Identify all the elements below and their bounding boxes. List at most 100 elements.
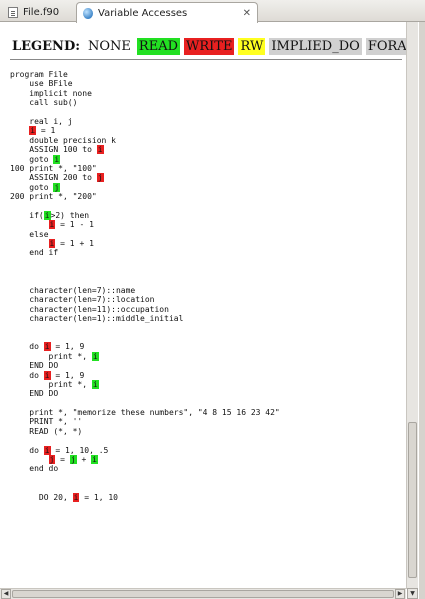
code-text: + — [76, 455, 92, 465]
code-text: print *, — [10, 351, 92, 361]
close-tab-icon[interactable]: ✕ — [243, 8, 251, 19]
vertical-scroll-thumb[interactable] — [408, 422, 417, 578]
variable-read-access: j — [53, 182, 61, 192]
scroll-down-arrow-icon[interactable]: ▼ — [407, 588, 418, 599]
code-text: = — [55, 455, 70, 465]
code-line: end do — [10, 464, 400, 473]
code-text: END DO — [10, 389, 59, 399]
tab-variable-accesses[interactable]: Variable Accesses ✕ — [76, 2, 258, 23]
scroll-left-arrow-icon[interactable]: ◀ — [1, 589, 11, 599]
legend-item-implied-do: IMPLIED_DO — [269, 37, 362, 55]
code-line: use BFile — [10, 79, 400, 88]
code-text: 200 print *, "200" — [10, 192, 97, 202]
variable-write-access: i — [43, 342, 51, 352]
code-text: call sub() — [10, 98, 78, 108]
code-text: = 1 + 1 — [55, 239, 94, 249]
code-text: >2) then — [50, 210, 90, 220]
code-text: else — [10, 229, 49, 239]
code-text: use BFile — [10, 79, 73, 89]
legend-divider — [10, 59, 402, 60]
code-text: goto — [10, 154, 54, 164]
code-line: goto j — [10, 182, 400, 192]
legend-item-write: WRITE — [184, 37, 235, 55]
code-text: implicit none — [10, 88, 92, 98]
code-line: ASSIGN 200 to j — [10, 173, 400, 183]
code-line: call sub() — [10, 98, 400, 107]
globe-icon — [83, 7, 93, 19]
code-text: = 1 — [36, 126, 56, 136]
code-line: character(len=11)::occupation — [10, 305, 400, 314]
code-text: = 1, 10 — [79, 492, 118, 502]
code-line: print *, i — [10, 379, 400, 389]
variable-write-access: j — [96, 173, 104, 183]
window-frame-edge — [419, 22, 425, 599]
code-text: do — [10, 342, 44, 352]
code-line: j = j + i — [10, 455, 400, 465]
source-code-view[interactable]: program File use BFile implicit none cal… — [10, 70, 400, 590]
scroll-right-arrow-icon[interactable]: ▶ — [395, 589, 405, 599]
variable-read-access: i — [53, 154, 61, 164]
legend-item-rw: RW — [238, 37, 266, 55]
code-line: do i = 1, 9 — [10, 370, 400, 380]
code-text: print *, — [10, 379, 92, 389]
code-text: ASSIGN 100 to — [10, 145, 97, 155]
code-text: END DO — [10, 361, 59, 371]
code-line: i = 1 + 1 — [10, 239, 400, 249]
code-text: do — [10, 445, 44, 455]
code-line: if(i>2) then — [10, 210, 400, 220]
code-text: 100 print *, "100" — [10, 163, 97, 173]
code-text: ASSIGN 200 to — [10, 173, 97, 183]
legend-item-none: NONE — [88, 38, 131, 54]
code-line: ASSIGN 100 to i — [10, 145, 400, 155]
horizontal-scroll-thumb[interactable] — [12, 590, 394, 598]
code-line: READ (*, *) — [10, 427, 400, 436]
code-line: character(len=7)::name — [10, 286, 400, 295]
code-line: i = 1 — [10, 126, 400, 136]
code-line: end if — [10, 248, 400, 257]
legend: LEGEND: NONE READ WRITE RW IMPLIED_DO FO… — [12, 36, 422, 56]
code-line: do i = 1, 9 — [10, 342, 400, 352]
code-text: = 1, 9 — [50, 342, 85, 352]
code-text: character(len=11)::occupation — [10, 304, 169, 314]
variable-read-access: i — [91, 455, 98, 465]
code-line: DO 20, i = 1, 10 — [10, 492, 400, 502]
tab-variable-accesses-label: Variable Accesses — [98, 7, 188, 19]
code-text: if( — [10, 210, 44, 220]
code-text: end if — [10, 248, 59, 258]
code-line: print *, i — [10, 351, 400, 361]
variable-read-access: i — [43, 210, 51, 220]
code-text: character(len=7)::name — [10, 285, 136, 295]
variable-write-access: i — [43, 370, 51, 380]
code-text: DO 20, — [10, 492, 73, 502]
code-line: PRINT *, '' — [10, 417, 400, 426]
tab-file-f90[interactable]: File.f90 — [2, 2, 74, 22]
code-line: character(len=1)::middle_initial — [10, 314, 400, 323]
code-line: character(len=7)::location — [10, 295, 400, 304]
legend-title: LEGEND: — [12, 38, 81, 54]
code-line: real i, j — [10, 117, 400, 126]
code-text: end do — [10, 464, 59, 474]
code-line: double precision k — [10, 136, 400, 145]
code-text: print *, "memorize these numbers", "4 8 … — [10, 408, 280, 418]
code-line: else — [10, 230, 400, 239]
code-text: character(len=1)::middle_initial — [10, 314, 184, 324]
code-line: 100 print *, "100" — [10, 164, 400, 173]
legend-item-read: READ — [136, 37, 181, 55]
legend-item-forall: FORA — [365, 37, 409, 55]
code-line: print *, "memorize these numbers", "4 8 … — [10, 408, 400, 417]
code-text: = 1, 10, .5 — [50, 445, 109, 455]
code-line: i = 1 - 1 — [10, 220, 400, 230]
variable-write-access: i — [43, 445, 51, 455]
code-text: double precision k — [10, 135, 116, 145]
